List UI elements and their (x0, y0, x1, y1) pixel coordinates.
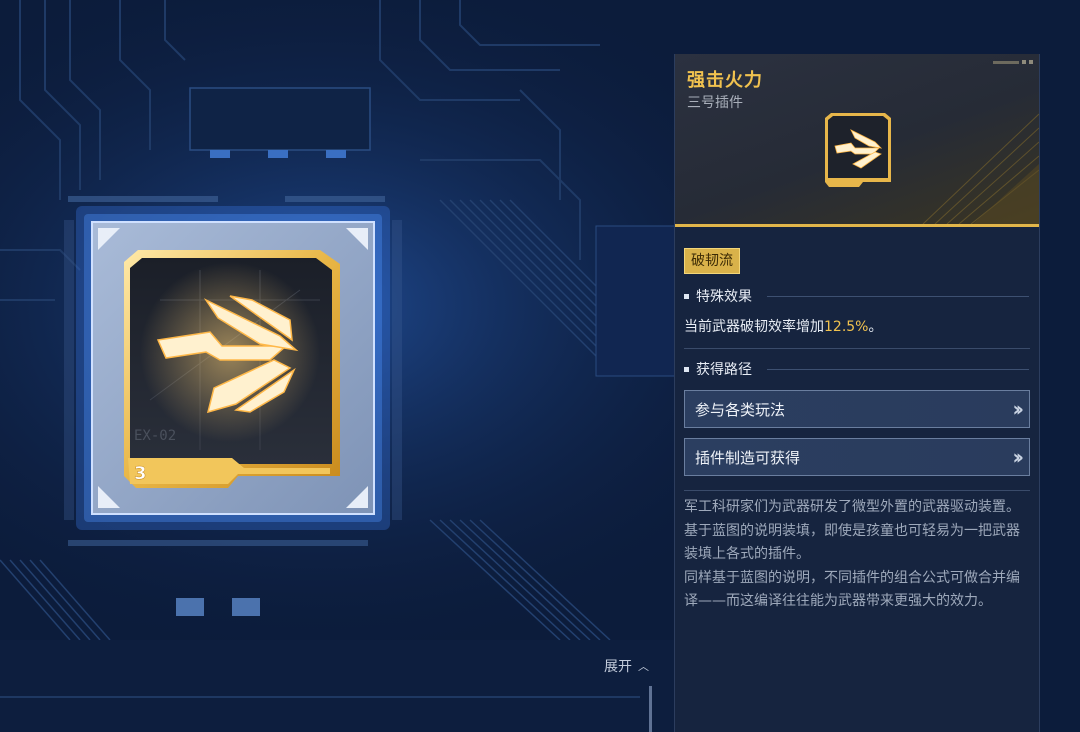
chevron-up-icon: ︿ (638, 660, 649, 673)
plugin-card-large (124, 250, 340, 488)
routes-section-title: 获得路径 (684, 359, 752, 379)
effect-text: 当前武器破韧效率增加12.5%。 (684, 316, 882, 336)
routes-section-label: 获得路径 (696, 362, 752, 378)
route-button-crafting[interactable]: 插件制造可获得 ›› (684, 438, 1030, 476)
description-paragraph: 军工科研家们为武器研发了微型外置的武器驱动装置。 (684, 499, 1020, 515)
expand-label: 展开 (604, 659, 632, 675)
expand-button[interactable]: 展开 ︿ (604, 656, 649, 676)
item-subtitle: 三号插件 (687, 95, 743, 111)
section-rule (767, 296, 1029, 297)
plugin-thumbnail (825, 113, 891, 187)
divider (684, 490, 1030, 491)
section-rule (767, 369, 1029, 370)
scrollbar[interactable] (649, 686, 652, 732)
description-paragraph: 同样基于蓝图的说明，不同插件的组合公式可做合并编译——而这编译往往能为武器带来更… (684, 569, 1020, 610)
item-detail-panel: 强击火力 三号插件 破韧流 特殊效果 当前武器破韧效率增加12.5%。 获得路径… (674, 54, 1040, 732)
header-corner-mark (993, 60, 1033, 64)
effect-section-title: 特殊效果 (684, 286, 752, 306)
route-label: 插件制造可获得 (695, 448, 801, 467)
double-chevron-right-icon: ›› (1012, 445, 1025, 469)
route-button-activities[interactable]: 参与各类玩法 ›› (684, 390, 1030, 428)
effect-text-suffix: 。 (868, 319, 883, 335)
effect-value: 12.5% (824, 319, 869, 335)
item-header: 强击火力 三号插件 (675, 54, 1039, 227)
bullet-icon (684, 366, 689, 372)
double-chevron-right-icon: ›› (1012, 397, 1025, 421)
card-level-badge: 3 (134, 463, 147, 484)
description-paragraph: 基于蓝图的说明装填，即使是孩童也可轻易为一把武器装填上各式的插件。 (684, 522, 1020, 563)
item-title: 强击火力 (687, 70, 763, 91)
effect-text-prefix: 当前武器破韧效率增加 (684, 319, 824, 335)
divider (684, 348, 1030, 349)
effect-section-label: 特殊效果 (696, 289, 752, 305)
route-label: 参与各类玩法 (695, 400, 786, 419)
playstyle-tag: 破韧流 (684, 248, 740, 274)
item-description: 军工科研家们为武器研发了微型外置的武器驱动装置。 基于蓝图的说明装填，即使是孩童… (684, 496, 1024, 614)
card-code-label: EX-02 (134, 428, 176, 444)
bullet-icon (684, 293, 689, 299)
